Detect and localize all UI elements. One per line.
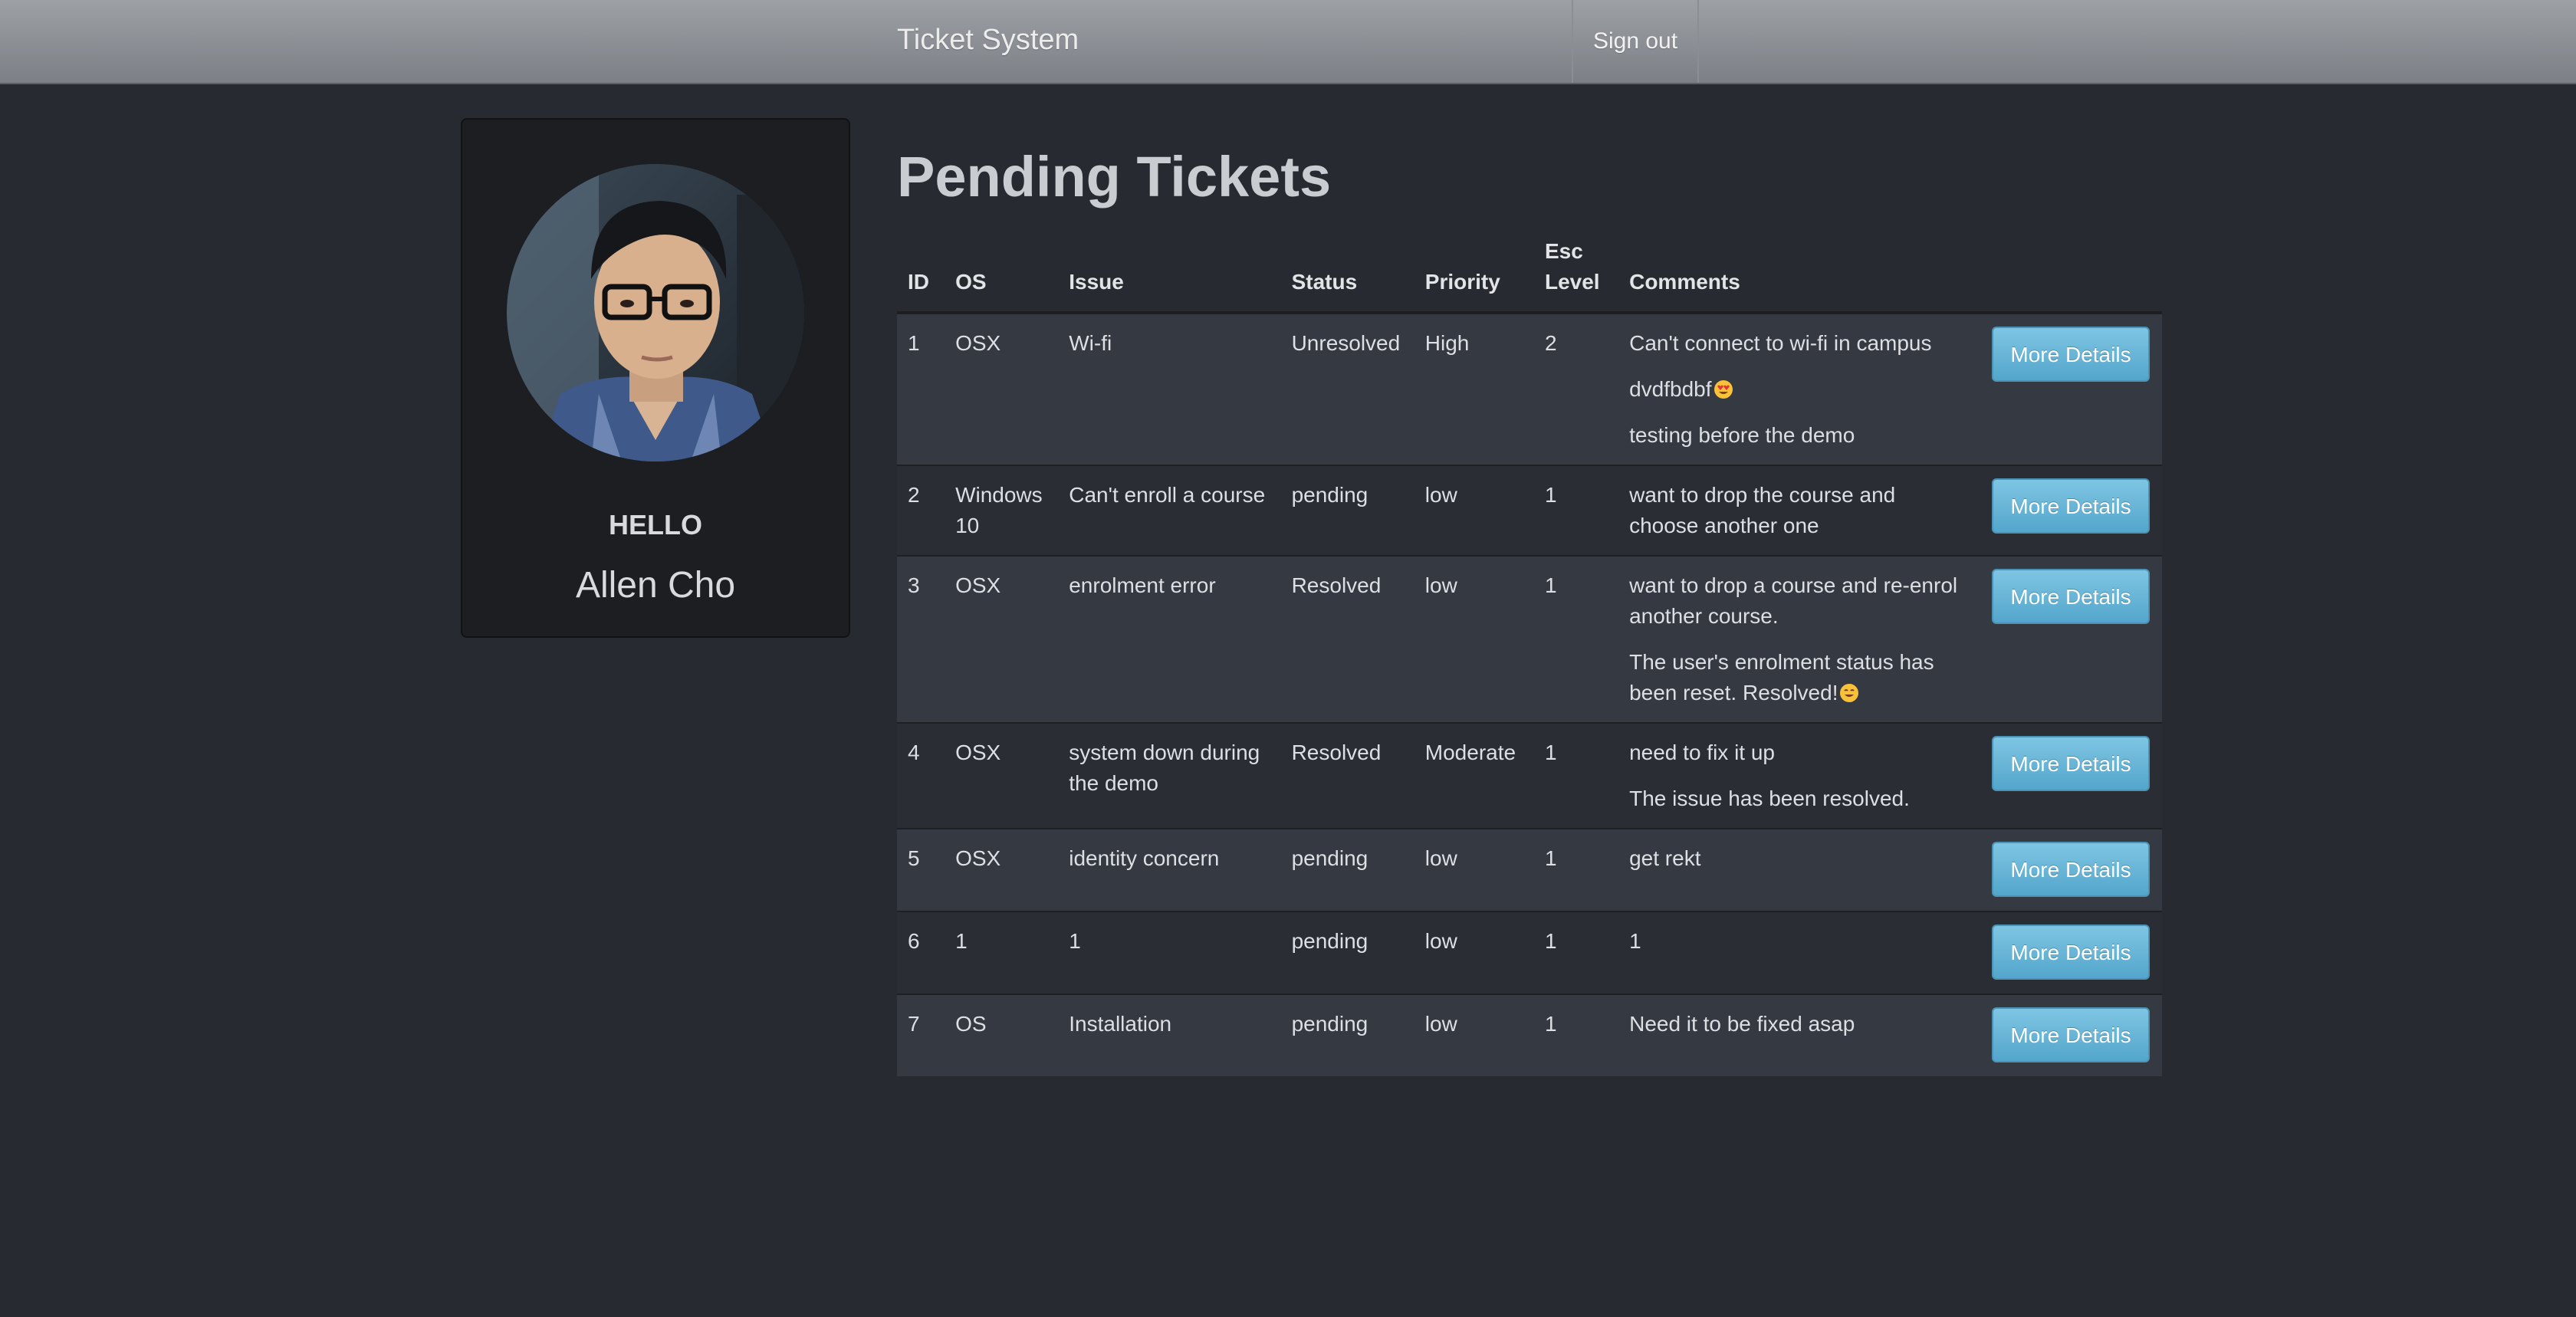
ticket-status: pending [1280, 465, 1414, 556]
ticket-issue: Can't enroll a course [1058, 465, 1281, 556]
column-header-esc-level: Esc Level [1533, 225, 1619, 314]
table-row: 7 OS Installation pending low 1 Need it … [897, 993, 2162, 1076]
ticket-priority: low [1414, 555, 1534, 723]
ticket-os: OS [945, 993, 1059, 1076]
user-avatar-photo-icon [507, 164, 804, 461]
more-details-button[interactable]: More Details [1992, 842, 2150, 897]
ticket-issue: identity concern [1058, 828, 1281, 911]
ticket-issue: enrolment error [1058, 555, 1281, 723]
ticket-esc-level: 1 [1533, 555, 1619, 723]
ticket-comments: want to drop the course and choose anoth… [1618, 465, 1978, 556]
ticket-comments: Can't connect to wi-fi in campus dvdfbdb… [1618, 312, 1978, 465]
ticket-esc-level: 2 [1533, 312, 1619, 465]
ticket-status: Resolved [1280, 722, 1414, 829]
ticket-id: 2 [897, 465, 945, 556]
ticket-id: 3 [897, 555, 945, 723]
ticket-status: pending [1280, 911, 1414, 994]
ticket-id: 7 [897, 993, 945, 1076]
top-navbar: Ticket System Sign out [0, 0, 2576, 84]
comment-text: The user's enrolment status has been res… [1629, 650, 1934, 704]
table-row: 1 OSX Wi-fi Unresolved High 2 Can't conn… [897, 312, 2162, 465]
ticket-issue: 1 [1058, 911, 1281, 994]
ticket-comments: get rekt [1618, 828, 1978, 911]
ticket-os: OSX [945, 312, 1059, 465]
more-details-button[interactable]: More Details [1992, 569, 2150, 624]
profile-card: HELLO Allen Cho [461, 118, 850, 638]
comment: Can't connect to wi-fi in campus [1629, 331, 1932, 355]
comment: need to fix it up [1629, 741, 1775, 764]
user-name: Allen Cho [575, 565, 736, 606]
column-header-status: Status [1280, 225, 1414, 314]
column-header-issue: Issue [1058, 225, 1281, 314]
ticket-os: OSX [945, 722, 1059, 829]
column-header-priority: Priority [1414, 225, 1534, 314]
comment-with-emoji: dvdfbdbf [1629, 374, 1967, 405]
ticket-comments: want to drop a course and re-enrol anoth… [1618, 555, 1978, 723]
heart-eyes-emoji-icon [1714, 380, 1733, 399]
sign-out-link[interactable]: Sign out [1593, 28, 1677, 54]
greeting-label: HELLO [609, 509, 702, 540]
comment-text: dvdfbdbf [1629, 377, 1712, 401]
table-row: 4 OSX system down during the demo Resolv… [897, 722, 2162, 829]
ticket-os: Windows 10 [945, 465, 1059, 556]
ticket-issue: Installation [1058, 993, 1281, 1076]
ticket-comments: Need it to be fixed asap [1618, 993, 1978, 1076]
comment: get rekt [1629, 846, 1701, 870]
column-header-os: OS [945, 225, 1059, 314]
brand-link[interactable]: Ticket System [897, 0, 1079, 81]
column-header-action [1977, 225, 2162, 314]
comment: want to drop the course and choose anoth… [1629, 483, 1896, 537]
ticket-esc-level: 1 [1533, 911, 1619, 994]
more-details-button[interactable]: More Details [1992, 925, 2150, 980]
page-title: Pending Tickets [897, 145, 1332, 209]
ticket-priority: low [1414, 993, 1534, 1076]
tickets-table: ID OS Issue Status Priority Esc Level Co… [897, 225, 2162, 1076]
comment: 1 [1629, 929, 1641, 953]
ticket-issue: system down during the demo [1058, 722, 1281, 829]
ticket-status: pending [1280, 993, 1414, 1076]
ticket-id: 1 [897, 312, 945, 465]
ticket-esc-level: 1 [1533, 993, 1619, 1076]
ticket-issue: Wi-fi [1058, 312, 1281, 465]
ticket-esc-level: 1 [1533, 722, 1619, 829]
table-row: 2 Windows 10 Can't enroll a course pendi… [897, 465, 2162, 556]
comment: Need it to be fixed asap [1629, 1012, 1855, 1036]
ticket-priority: Moderate [1414, 722, 1534, 829]
ticket-status: Unresolved [1280, 312, 1414, 465]
ticket-id: 6 [897, 911, 945, 994]
ticket-comments: need to fix it up The issue has been res… [1618, 722, 1978, 829]
ticket-id: 4 [897, 722, 945, 829]
more-details-button[interactable]: More Details [1992, 478, 2150, 534]
ticket-priority: low [1414, 911, 1534, 994]
ticket-esc-level: 1 [1533, 828, 1619, 911]
more-details-button[interactable]: More Details [1992, 1007, 2150, 1062]
ticket-priority: low [1414, 828, 1534, 911]
ticket-id: 5 [897, 828, 945, 911]
column-header-id: ID [897, 225, 945, 314]
ticket-os: 1 [945, 911, 1059, 994]
ticket-esc-level: 1 [1533, 465, 1619, 556]
comment: The issue has been resolved. [1629, 787, 1910, 810]
ticket-status: Resolved [1280, 555, 1414, 723]
table-row: 5 OSX identity concern pending low 1 get… [897, 828, 2162, 911]
comment: want to drop a course and re-enrol anoth… [1629, 573, 1958, 628]
ticket-priority: High [1414, 312, 1534, 465]
comment: testing before the demo [1629, 423, 1855, 447]
comment-with-emoji: The user's enrolment status has been res… [1629, 647, 1967, 708]
table-row: 3 OSX enrolment error Resolved low 1 wan… [897, 555, 2162, 723]
sign-out-nav-item[interactable]: Sign out [1572, 0, 1699, 83]
ticket-status: pending [1280, 828, 1414, 911]
table-row: 6 1 1 pending low 1 1 More Details [897, 911, 2162, 994]
column-header-comments: Comments [1618, 225, 1978, 314]
ticket-priority: low [1414, 465, 1534, 556]
ticket-comments: 1 [1618, 911, 1978, 994]
more-details-button[interactable]: More Details [1992, 736, 2150, 791]
ticket-os: OSX [945, 828, 1059, 911]
table-header-row: ID OS Issue Status Priority Esc Level Co… [897, 225, 2162, 314]
avatar [507, 164, 804, 461]
ticket-os: OSX [945, 555, 1059, 723]
more-details-button[interactable]: More Details [1992, 327, 2150, 382]
smiling-emoji-icon [1840, 684, 1859, 702]
